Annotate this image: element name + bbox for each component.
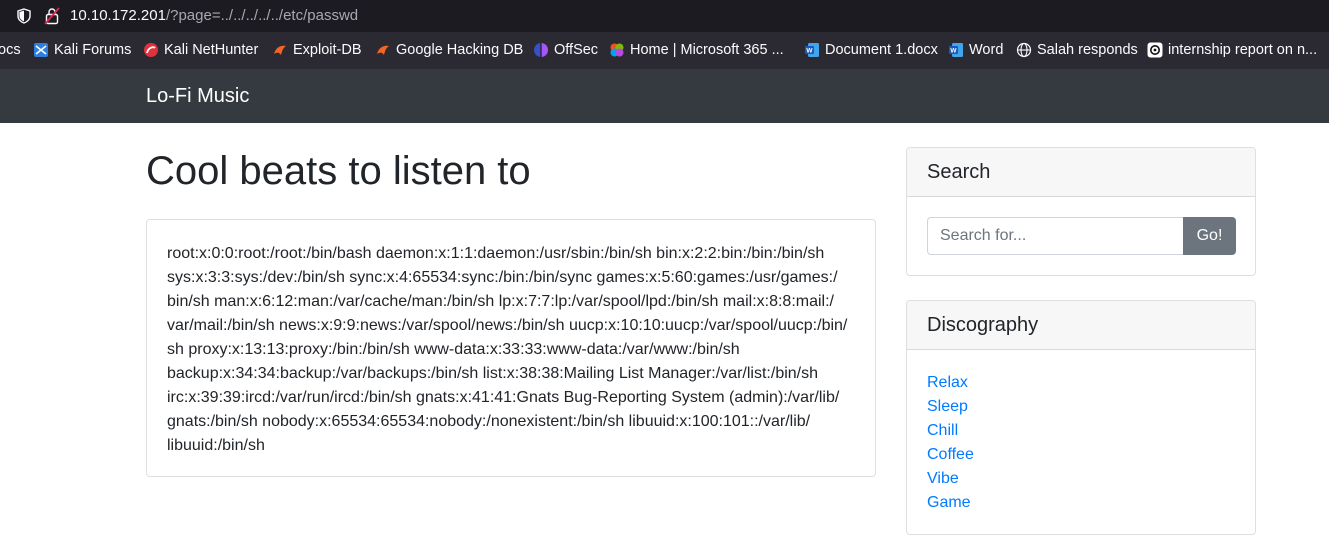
bookmark-label: Exploit-DB [293, 42, 362, 58]
bookmarks-toolbar: ocs Kali Forums Kali NetHunter Exploit-D… [0, 32, 1329, 69]
word-doc-icon: W [805, 43, 819, 57]
kali-forums-icon [34, 43, 48, 57]
bookmark-docs[interactable]: ocs [0, 41, 21, 59]
bookmark-document-1[interactable]: W Document 1.docx [804, 41, 938, 59]
discography-link-chill[interactable]: Chill [927, 422, 958, 439]
insecure-lock-icon[interactable] [44, 7, 60, 25]
search-input[interactable] [927, 217, 1184, 255]
ai-chat-icon [1147, 42, 1163, 58]
discography-link-sleep[interactable]: Sleep [927, 398, 968, 415]
list-item: Game [927, 491, 974, 515]
search-widget-header: Search [907, 148, 1255, 197]
bookmark-exploit-db[interactable]: Exploit-DB [272, 41, 362, 59]
discography-link-relax[interactable]: Relax [927, 374, 968, 391]
bookmark-google-hacking-db[interactable]: Google Hacking DB [375, 41, 523, 59]
bookmark-label: Salah responds [1037, 42, 1138, 58]
url-host: 10.10.172.201 [70, 7, 166, 24]
discography-widget: Discography Relax Sleep Chill Coffee Vib… [906, 300, 1256, 535]
bookmark-label: ocs [0, 42, 21, 58]
bookmark-label: Word [969, 42, 1004, 58]
list-item: Relax [927, 371, 974, 395]
discography-list: Relax Sleep Chill Coffee Vibe Game [927, 371, 974, 515]
globe-icon [1016, 42, 1032, 58]
bookmark-internship-report[interactable]: internship report on n... [1147, 41, 1317, 59]
bookmark-label: Kali NetHunter [164, 42, 259, 58]
bookmark-label: Kali Forums [54, 42, 132, 58]
ghdb-icon [377, 45, 389, 55]
bookmark-label: OffSec [554, 42, 599, 58]
offsec-icon [534, 43, 548, 57]
content-card: root:x:0:0:root:/root:/bin/bash daemon:x… [146, 219, 876, 477]
svg-text:W: W [950, 48, 957, 55]
microsoft-365-icon [610, 43, 624, 57]
page-title: Cool beats to listen to [146, 149, 531, 193]
search-go-button[interactable]: Go! [1183, 217, 1236, 255]
bookmark-offsec[interactable]: OffSec [533, 41, 598, 59]
browser-url-bar[interactable]: 10.10.172.201/?page=../../../../../etc/p… [0, 0, 1329, 32]
bookmark-label: Home | Microsoft 365 ... [630, 42, 784, 58]
file-contents-output: root:x:0:0:root:/root:/bin/bash daemon:x… [167, 245, 848, 454]
url-path: /?page=../../../../../etc/passwd [165, 7, 359, 24]
discography-widget-header: Discography [907, 301, 1255, 350]
bookmark-microsoft-365[interactable]: Home | Microsoft 365 ... [609, 41, 784, 59]
discography-link-vibe[interactable]: Vibe [927, 470, 959, 487]
tracking-protection-shield-icon[interactable] [16, 8, 32, 24]
list-item: Vibe [927, 467, 974, 491]
bookmark-label: internship report on n... [1168, 42, 1318, 58]
bookmark-word[interactable]: W Word [948, 41, 1003, 59]
navbar-brand[interactable]: Lo-Fi Music [146, 84, 249, 108]
search-widget: Search Go! [906, 147, 1256, 276]
bookmark-kali-forums[interactable]: Kali Forums [33, 41, 131, 59]
address-field[interactable]: 10.10.172.201/?page=../../../../../etc/p… [70, 7, 358, 25]
discography-link-game[interactable]: Game [927, 494, 971, 511]
exploit-db-icon [274, 45, 286, 55]
word-icon: W [949, 43, 963, 57]
bookmark-salah-responds[interactable]: Salah responds [1016, 41, 1138, 59]
bookmark-kali-nethunter[interactable]: Kali NetHunter [143, 41, 258, 59]
discography-link-coffee[interactable]: Coffee [927, 446, 974, 463]
bookmark-label: Google Hacking DB [396, 42, 524, 58]
list-item: Coffee [927, 443, 974, 467]
site-navbar: Lo-Fi Music [0, 69, 1329, 123]
bookmark-label: Document 1.docx [825, 42, 938, 58]
list-item: Sleep [927, 395, 974, 419]
svg-text:W: W [806, 48, 813, 55]
list-item: Chill [927, 419, 974, 443]
kali-nethunter-icon [144, 43, 158, 57]
